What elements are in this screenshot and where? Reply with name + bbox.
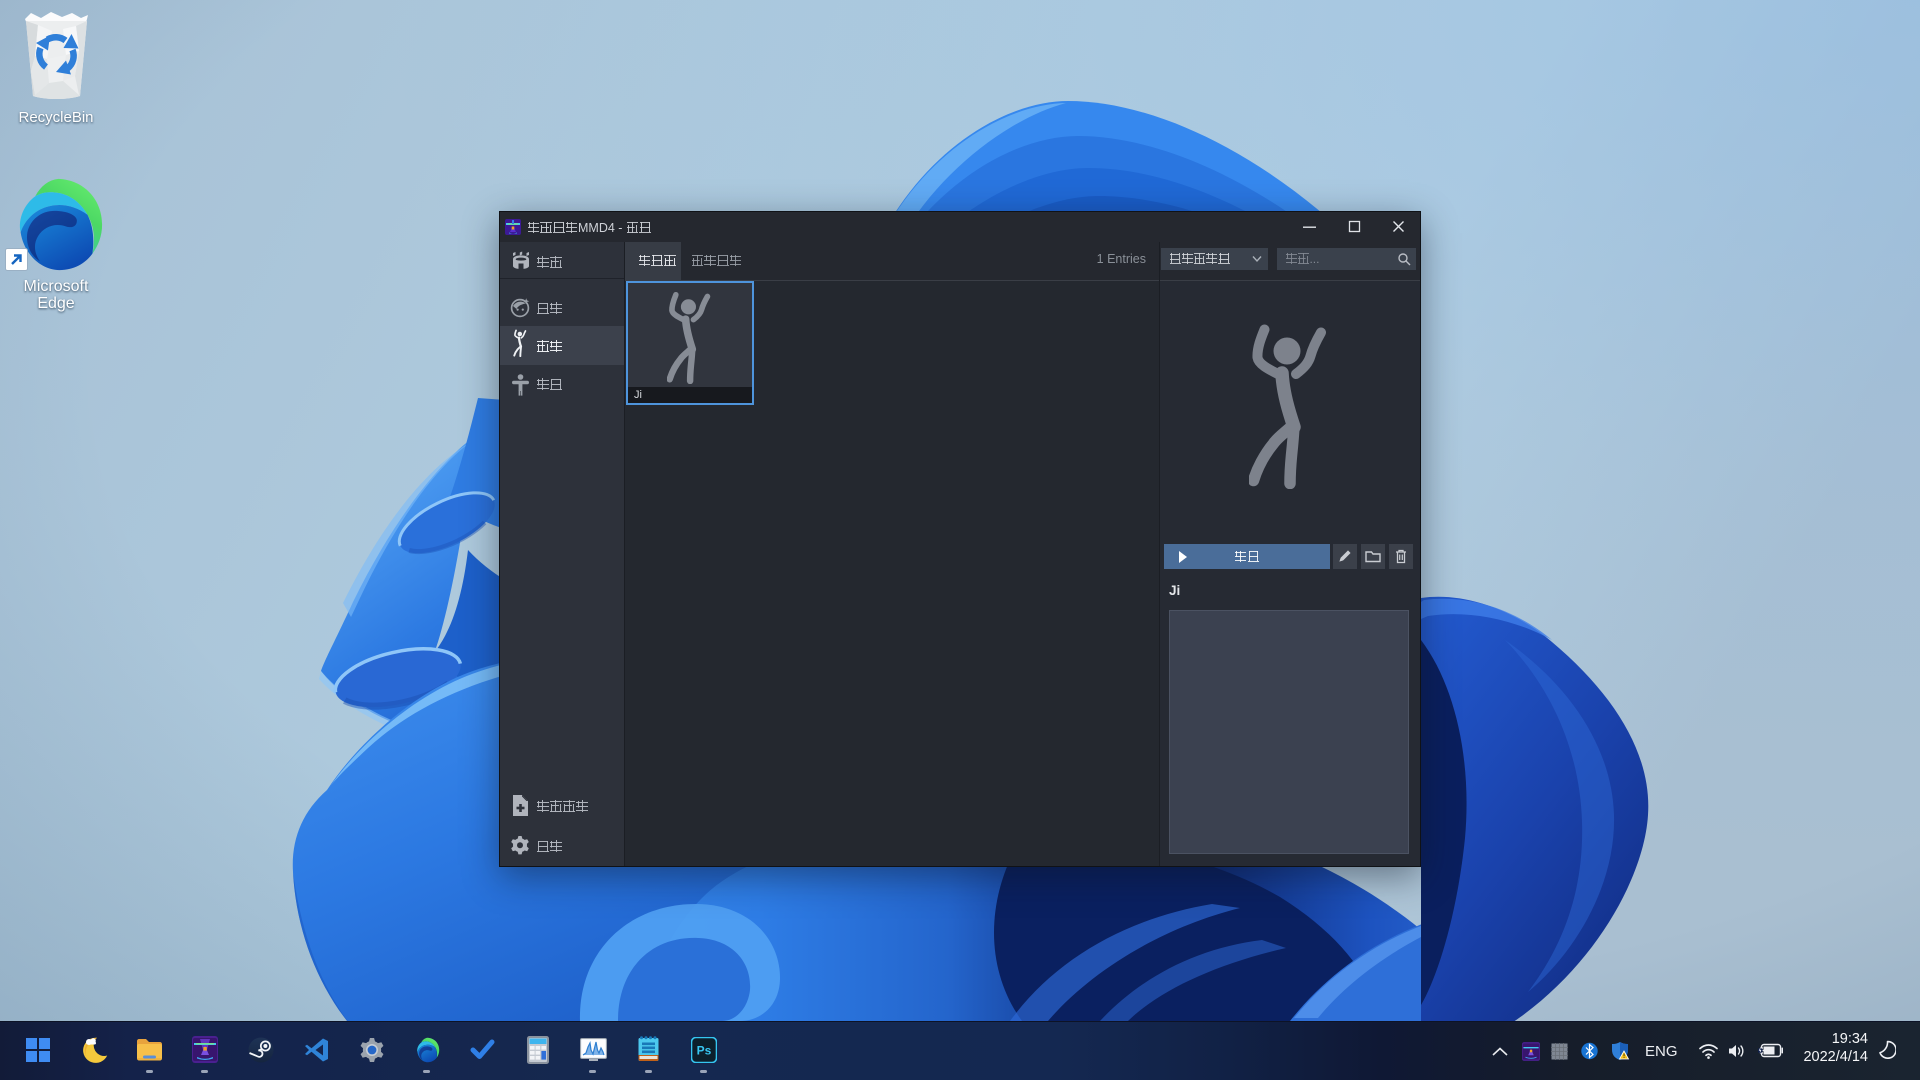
svg-text:Ps: Ps (697, 1044, 712, 1058)
